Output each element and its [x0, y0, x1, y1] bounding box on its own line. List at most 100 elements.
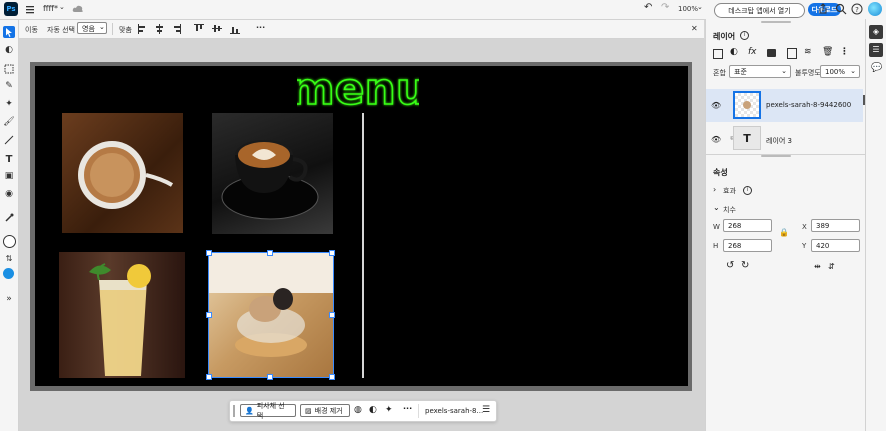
clipping-icon[interactable]: [787, 48, 797, 59]
layer-row-selected[interactable]: 👁 pexels-sarah-8-9442600: [706, 89, 863, 122]
resize-handle[interactable]: [329, 312, 335, 318]
brush-icon[interactable]: 🖌: [3, 116, 15, 128]
redo-icon[interactable]: ↷: [661, 2, 669, 13]
move-tool-icon[interactable]: [3, 26, 15, 38]
layers-panel-icon[interactable]: ◈: [869, 25, 883, 39]
left-toolbar: ◐ ✎ ✦ 🖌 T ▣ ◉ ⇅ »: [0, 20, 19, 431]
eye-icon[interactable]: 👁: [711, 101, 721, 110]
settings-sliders-icon[interactable]: ☰: [482, 405, 490, 415]
info-icon[interactable]: i: [740, 31, 749, 40]
chevron-right-icon[interactable]: ›: [713, 185, 716, 194]
resize-handle[interactable]: [329, 250, 335, 256]
layer-select-value: 영음: [82, 25, 95, 33]
menu-neon-title: menu: [288, 63, 428, 116]
eyedropper-icon[interactable]: [3, 212, 15, 224]
opacity-field[interactable]: 100% ⌄: [820, 65, 860, 78]
layer-select-dropdown[interactable]: 영음 ⌄: [77, 22, 107, 34]
comments-icon[interactable]: 💬: [871, 63, 882, 73]
blend-mode-select[interactable]: 표준 ⌄: [729, 65, 791, 78]
foreground-color-swatch[interactable]: [3, 235, 16, 248]
add-layer-icon[interactable]: [713, 49, 723, 59]
opacity-value: 100%: [825, 68, 846, 76]
quick-action-icon[interactable]: ✦: [385, 405, 393, 415]
resize-handle[interactable]: [267, 374, 273, 380]
fx-icon[interactable]: fx: [748, 47, 757, 57]
x-field[interactable]: 389: [811, 219, 860, 232]
chevron-down-icon: ⌄: [99, 23, 105, 31]
quick-select-icon[interactable]: ✎: [3, 80, 15, 92]
lock-aspect-icon[interactable]: 🔒: [779, 228, 789, 237]
resize-handle[interactable]: [206, 374, 212, 380]
swap-colors-icon[interactable]: ⇅: [3, 252, 15, 264]
flip-vertical-icon[interactable]: ⇵: [828, 262, 835, 271]
adjust-icon[interactable]: ◐: [3, 44, 15, 56]
zoom-chevron-icon[interactable]: ⌄: [697, 3, 703, 11]
thumbnail-content: [743, 101, 751, 109]
info-icon[interactable]: i: [743, 186, 752, 195]
generative-fill-icon[interactable]: ◍: [354, 405, 362, 415]
panel-drag-bar[interactable]: [761, 21, 791, 23]
trash-icon[interactable]: 🗑: [822, 47, 833, 57]
background-color-swatch[interactable]: [3, 268, 14, 279]
upload-share-icon[interactable]: [817, 3, 829, 15]
avatar[interactable]: [868, 2, 882, 16]
properties-panel-icon[interactable]: ☰: [869, 43, 883, 57]
hamburger-menu-icon[interactable]: [25, 3, 35, 15]
chevron-down-icon[interactable]: ⌄: [713, 203, 720, 212]
layer-name-chip[interactable]: pexels-sarah-8...: [425, 407, 483, 415]
layer-name: 레이어 3: [766, 137, 792, 145]
height-label: H: [713, 242, 719, 250]
adjustment-icon[interactable]: ◐: [369, 405, 377, 415]
open-in-desktop-button[interactable]: 데스크탑 앱에서 열기: [714, 3, 805, 18]
coffee-photo-1[interactable]: [62, 113, 183, 233]
expand-toolbar-icon[interactable]: »: [3, 293, 15, 305]
remove-background-button[interactable]: ▨ 배경 제거: [300, 404, 350, 417]
divider: [418, 404, 419, 418]
type-tool-icon[interactable]: T: [3, 153, 15, 165]
resize-handle[interactable]: [206, 312, 212, 318]
height-field[interactable]: 268: [723, 239, 772, 252]
close-options-button[interactable]: ✕: [691, 24, 698, 33]
search-icon[interactable]: [835, 3, 847, 15]
selection-bounding-box[interactable]: [208, 252, 334, 378]
opacity-label: 불투명도: [795, 69, 821, 77]
y-field[interactable]: 420: [811, 239, 860, 252]
resize-handle[interactable]: [206, 250, 212, 256]
image-place-icon[interactable]: ▣: [3, 170, 15, 182]
rotate-left-icon[interactable]: ↺: [726, 260, 734, 271]
coffee-photo-2[interactable]: [212, 113, 333, 234]
select-subject-button[interactable]: 👤 피사체 선택: [240, 402, 296, 420]
flip-horizontal-icon[interactable]: ⇹: [814, 262, 821, 271]
stack-icon[interactable]: ≋: [804, 47, 812, 57]
more-actions-button[interactable]: ···: [403, 404, 412, 413]
drag-handle[interactable]: [233, 405, 235, 417]
zoom-level[interactable]: 100%: [678, 5, 698, 13]
effects-label[interactable]: 효과: [723, 186, 736, 196]
image-icon: ▨: [305, 406, 312, 415]
undo-icon[interactable]: ↶: [644, 2, 652, 13]
blend-mode-value: 표준: [734, 68, 747, 76]
auto-select-label[interactable]: 자동 선택: [47, 25, 75, 35]
spot-heal-icon[interactable]: ✦: [3, 98, 15, 110]
layer-row[interactable]: 👁 ⍟ T 레이어 3: [706, 124, 863, 150]
chevron-down-icon: ⌄: [850, 67, 856, 75]
panel-drag-bar[interactable]: [761, 155, 791, 157]
document-canvas[interactable]: menu: [35, 63, 688, 386]
dimensions-label[interactable]: 치수: [723, 205, 736, 215]
adjustment-layer-icon[interactable]: ◐: [730, 47, 738, 57]
help-icon[interactable]: ?: [851, 3, 863, 15]
marquee-select-icon[interactable]: [3, 63, 15, 75]
clone-stamp-icon[interactable]: ◉: [3, 188, 15, 200]
document-name[interactable]: ffff*: [43, 4, 58, 13]
line-tool-icon[interactable]: [3, 134, 15, 146]
eye-icon[interactable]: 👁: [711, 135, 721, 144]
resize-handle[interactable]: [329, 374, 335, 380]
mask-icon[interactable]: [767, 49, 776, 57]
width-field[interactable]: 268: [723, 219, 772, 232]
more-options-button[interactable]: ···: [256, 23, 265, 32]
resize-handle[interactable]: [267, 250, 273, 256]
chevron-down-icon[interactable]: ⌄: [59, 3, 65, 11]
layer-more-icon[interactable]: ⋮: [840, 47, 849, 57]
lemonade-photo[interactable]: [59, 252, 185, 378]
rotate-right-icon[interactable]: ↻: [741, 260, 749, 271]
